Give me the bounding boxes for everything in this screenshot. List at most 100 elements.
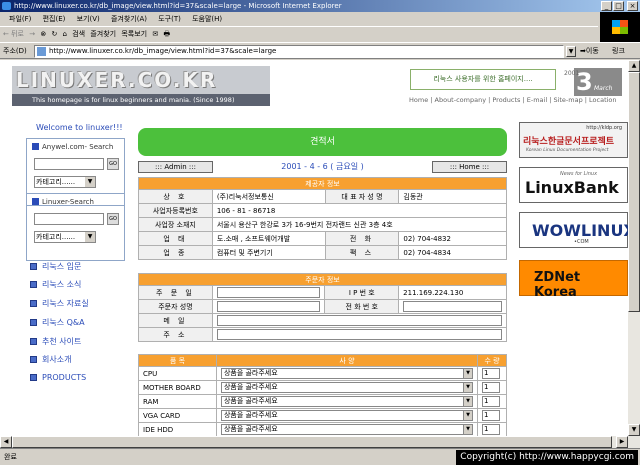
admin-button[interactable]: ::: Admin ::: (138, 161, 213, 173)
linuxer-go-button[interactable]: GO (107, 213, 119, 225)
linuxer-category-select[interactable]: 카테고리...... ▼ (34, 231, 96, 243)
search-button[interactable]: 검색 (72, 30, 85, 38)
menu-favorites[interactable]: 즐겨찾기(A) (111, 15, 147, 23)
bullet-icon (30, 319, 37, 326)
anywel-search-input[interactable] (34, 158, 104, 170)
address-input[interactable]: http://www.linuxer.co.kr/db_image/view.h… (34, 45, 564, 58)
orderer-name-input[interactable] (216, 301, 321, 312)
menu-edit[interactable]: 편집(E) (43, 15, 66, 23)
product-select[interactable]: 상품을 골라주세요 ▼ (220, 410, 473, 421)
menu-tools[interactable]: 도구(T) (158, 15, 181, 23)
forward-button[interactable]: → (29, 30, 35, 38)
history-button[interactable]: 목록보기 (121, 30, 147, 38)
go-button[interactable]: ➡이동 (580, 46, 599, 56)
bullet-icon (30, 356, 37, 363)
product-select[interactable]: 상품을 골라주세요 ▼ (220, 424, 473, 435)
sidebar-item-intro[interactable]: 리눅스 입문 (30, 261, 81, 272)
home-button[interactable]: ⌂ (63, 30, 67, 38)
address-label: 주소(D) (3, 47, 27, 55)
sidebar-item-archive[interactable]: 리눅스 자료실 (30, 298, 89, 309)
copyright-text: Copyright(c) http://www.happycgi.com (456, 450, 638, 465)
refresh-button[interactable]: ↻ (51, 30, 57, 38)
date-month: March (594, 85, 613, 92)
label-biztype: 업 태 (138, 231, 213, 246)
product-select[interactable]: 상품을 골라주세요 ▼ (220, 368, 473, 379)
scroll-right-icon[interactable]: ▶ (616, 436, 628, 448)
quantity-input[interactable]: 1 (482, 368, 500, 379)
vertical-scrollbar[interactable]: ▲ ▼ (628, 60, 640, 448)
site-logo[interactable]: LINUXER.CO.KR This homepage is for linux… (12, 66, 270, 106)
hscroll-thumb[interactable] (12, 436, 612, 448)
sidebar-item-qna[interactable]: 리눅스 Q&A (30, 317, 85, 328)
minimize-button[interactable]: _ (601, 1, 612, 11)
search-icon (32, 143, 39, 150)
label-email: 메 일 (138, 313, 213, 328)
quote-date: 2001 - 4 - 6 ( 금요일 ) (281, 162, 364, 171)
scroll-thumb[interactable] (628, 72, 640, 312)
address-dropdown[interactable]: ▼ (566, 46, 576, 57)
orderer-phone-input[interactable] (403, 301, 502, 312)
bullet-icon (30, 338, 37, 345)
chevron-down-icon: ▼ (463, 397, 472, 406)
window-title: http://www.linuxer.co.kr/db_image/view.h… (14, 2, 342, 10)
product-select[interactable]: 상품을 골라주세요 ▼ (220, 382, 473, 393)
label-address: 사업장 소재지 (138, 217, 213, 232)
favorites-button[interactable]: 즐겨찾기 (90, 30, 116, 38)
kldp-banner[interactable]: http://kldp.org 리눅스한글문서프로젝트 Korean Linux… (519, 122, 628, 158)
linuxer-search-input[interactable] (34, 213, 104, 225)
chevron-down-icon: ▼ (463, 369, 472, 378)
scroll-left-icon[interactable]: ◀ (0, 436, 12, 448)
menu-help[interactable]: 도움말(H) (192, 15, 222, 23)
chevron-down-icon: ▼ (85, 232, 95, 242)
anywel-go-button[interactable]: GO (107, 158, 119, 170)
linuxbank-banner[interactable]: News for Linux LinuxBank (519, 167, 628, 203)
value-address: 서울시 용산구 한강로 3가 16-9번지 전자랜드 신관 3층 4호 (211, 217, 508, 232)
order-date-input[interactable] (216, 287, 321, 298)
page-viewport: LINUXER.CO.KR This homepage is for linux… (0, 60, 628, 448)
home-link-button[interactable]: ::: Home ::: (432, 161, 507, 173)
address-field[interactable] (216, 329, 502, 340)
label-phone: 전 화 (324, 231, 400, 246)
menu-file[interactable]: 파일(F) (9, 15, 31, 23)
scroll-down-icon[interactable]: ▼ (628, 424, 640, 436)
sidebar-item-company[interactable]: 회사소개 (30, 354, 71, 365)
status-text: 완료 (4, 453, 17, 461)
anywel-search-title: Anywel.com- Search (32, 143, 113, 151)
links-button[interactable]: 링크 (612, 46, 625, 56)
menu-bar: 파일(F) 편집(E) 보기(V) 즐겨찾기(A) 도구(T) 도움말(H) (0, 12, 598, 26)
value-fax: 02) 704-4834 (398, 245, 507, 260)
quantity-input[interactable]: 1 (482, 382, 500, 393)
mail-button[interactable]: ✉ (152, 30, 158, 38)
close-button[interactable]: × (627, 1, 638, 11)
value-phone: 02) 704-4832 (398, 231, 507, 246)
menu-view[interactable]: 보기(V) (77, 15, 100, 23)
quantity-input[interactable]: 1 (482, 410, 500, 421)
quantity-input[interactable]: 1 (482, 396, 500, 407)
chevron-down-icon: ▼ (463, 383, 472, 392)
email-input[interactable] (216, 315, 502, 326)
top-nav[interactable]: Home | About-company | Products | E-mail… (409, 96, 628, 104)
product-select[interactable]: 상품을 골라주세요 ▼ (220, 396, 473, 407)
wowlinux-banner[interactable]: WOWLINUX •COM (519, 212, 628, 248)
bullet-icon (30, 374, 37, 381)
quantity-input[interactable]: 1 (482, 424, 500, 435)
back-button[interactable]: ← 뒤로 (3, 30, 24, 38)
item-name: MOTHER BOARD (138, 380, 217, 395)
logo-text: LINUXER.CO.KR (16, 68, 218, 92)
sidebar-item-products[interactable]: PRODUCTS (30, 373, 86, 382)
label-ip: I P 번 호 (324, 285, 400, 300)
value-ip: 211.169.224.130 (398, 285, 507, 300)
stop-button[interactable]: ⊗ (40, 30, 46, 38)
bullet-icon (30, 263, 37, 270)
print-button[interactable]: 🖶 (163, 30, 170, 38)
sidebar-item-news[interactable]: 리눅스 소식 (30, 279, 81, 290)
page-icon (37, 47, 46, 56)
anywel-category-select[interactable]: 카테고리...... ▼ (34, 176, 96, 188)
scroll-up-icon[interactable]: ▲ (628, 60, 640, 72)
chevron-down-icon: ▼ (85, 177, 95, 187)
horizontal-scrollbar[interactable]: ◀ ▶ (0, 436, 628, 448)
zdnet-banner[interactable]: ZDNet Korea (519, 260, 628, 300)
maximize-button[interactable]: □ (613, 1, 624, 11)
sidebar-item-sites[interactable]: 추천 사이트 (30, 336, 81, 347)
table-row: IDE HDD 상품을 골라주세요 ▼ 1 (138, 422, 507, 437)
